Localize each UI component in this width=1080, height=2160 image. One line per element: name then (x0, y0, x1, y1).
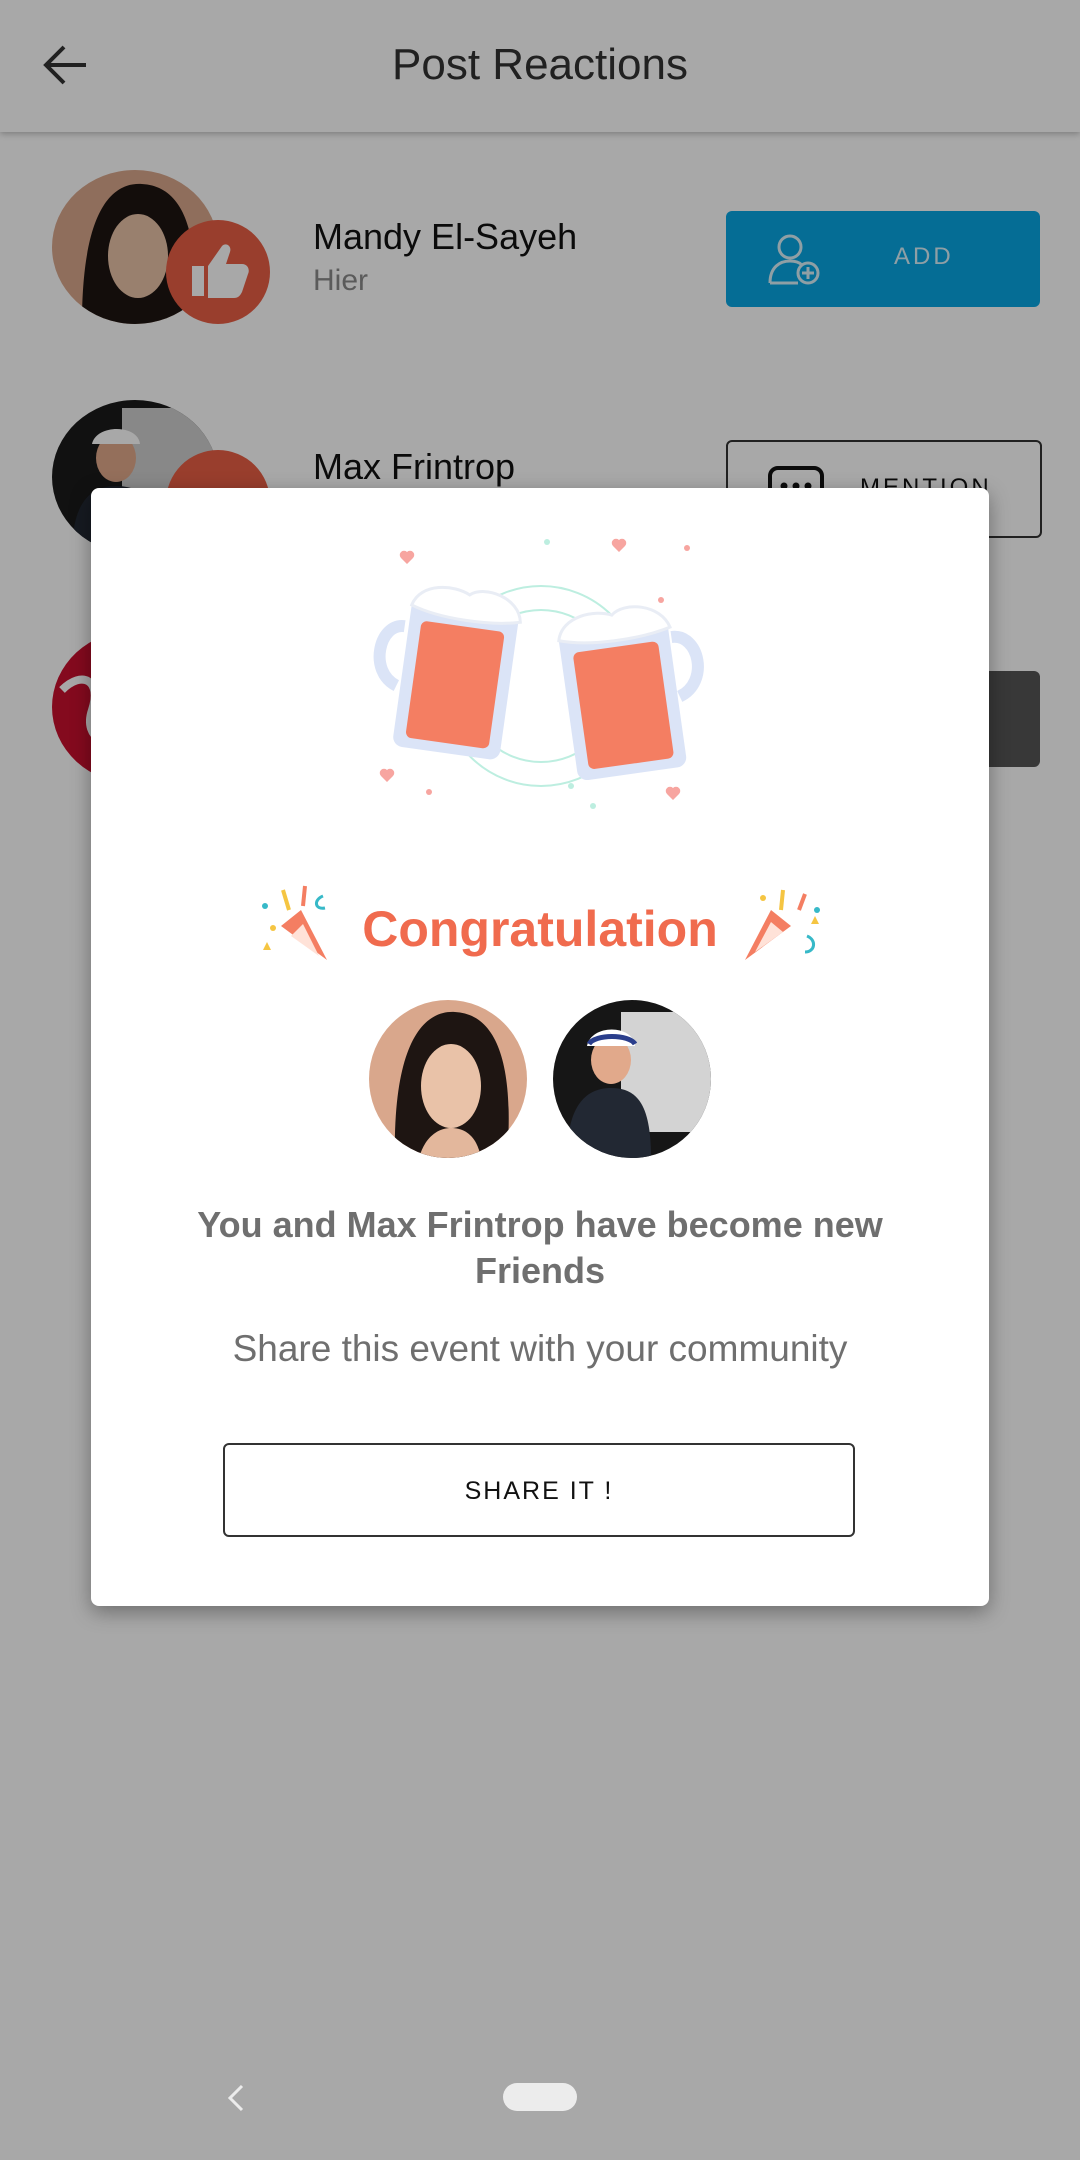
party-popper-icon (745, 889, 820, 960)
share-button[interactable]: SHARE IT ! (223, 1443, 855, 1537)
congratulation-header: Congratulation (91, 880, 989, 980)
congratulation-dialog: Congratulation You and Max Frintrop have… (91, 488, 989, 1606)
friendship-message: You and Max Frintrop have become new Fri… (197, 1204, 883, 1291)
congratulation-title: Congratulation (362, 901, 718, 957)
share-prompt: Share this event with your community (232, 1328, 848, 1369)
screen: 16:49 × 12 % Post Reactions Mandy El-Say… (0, 0, 1080, 2160)
friend-avatar (553, 1000, 711, 1158)
share-button-label: SHARE IT ! (464, 1477, 614, 1505)
beer-mugs-cheers-icon (373, 538, 704, 809)
nav-home-button[interactable] (503, 2083, 577, 2111)
my-avatar (369, 1000, 527, 1158)
nav-back-icon[interactable] (222, 2084, 250, 2112)
